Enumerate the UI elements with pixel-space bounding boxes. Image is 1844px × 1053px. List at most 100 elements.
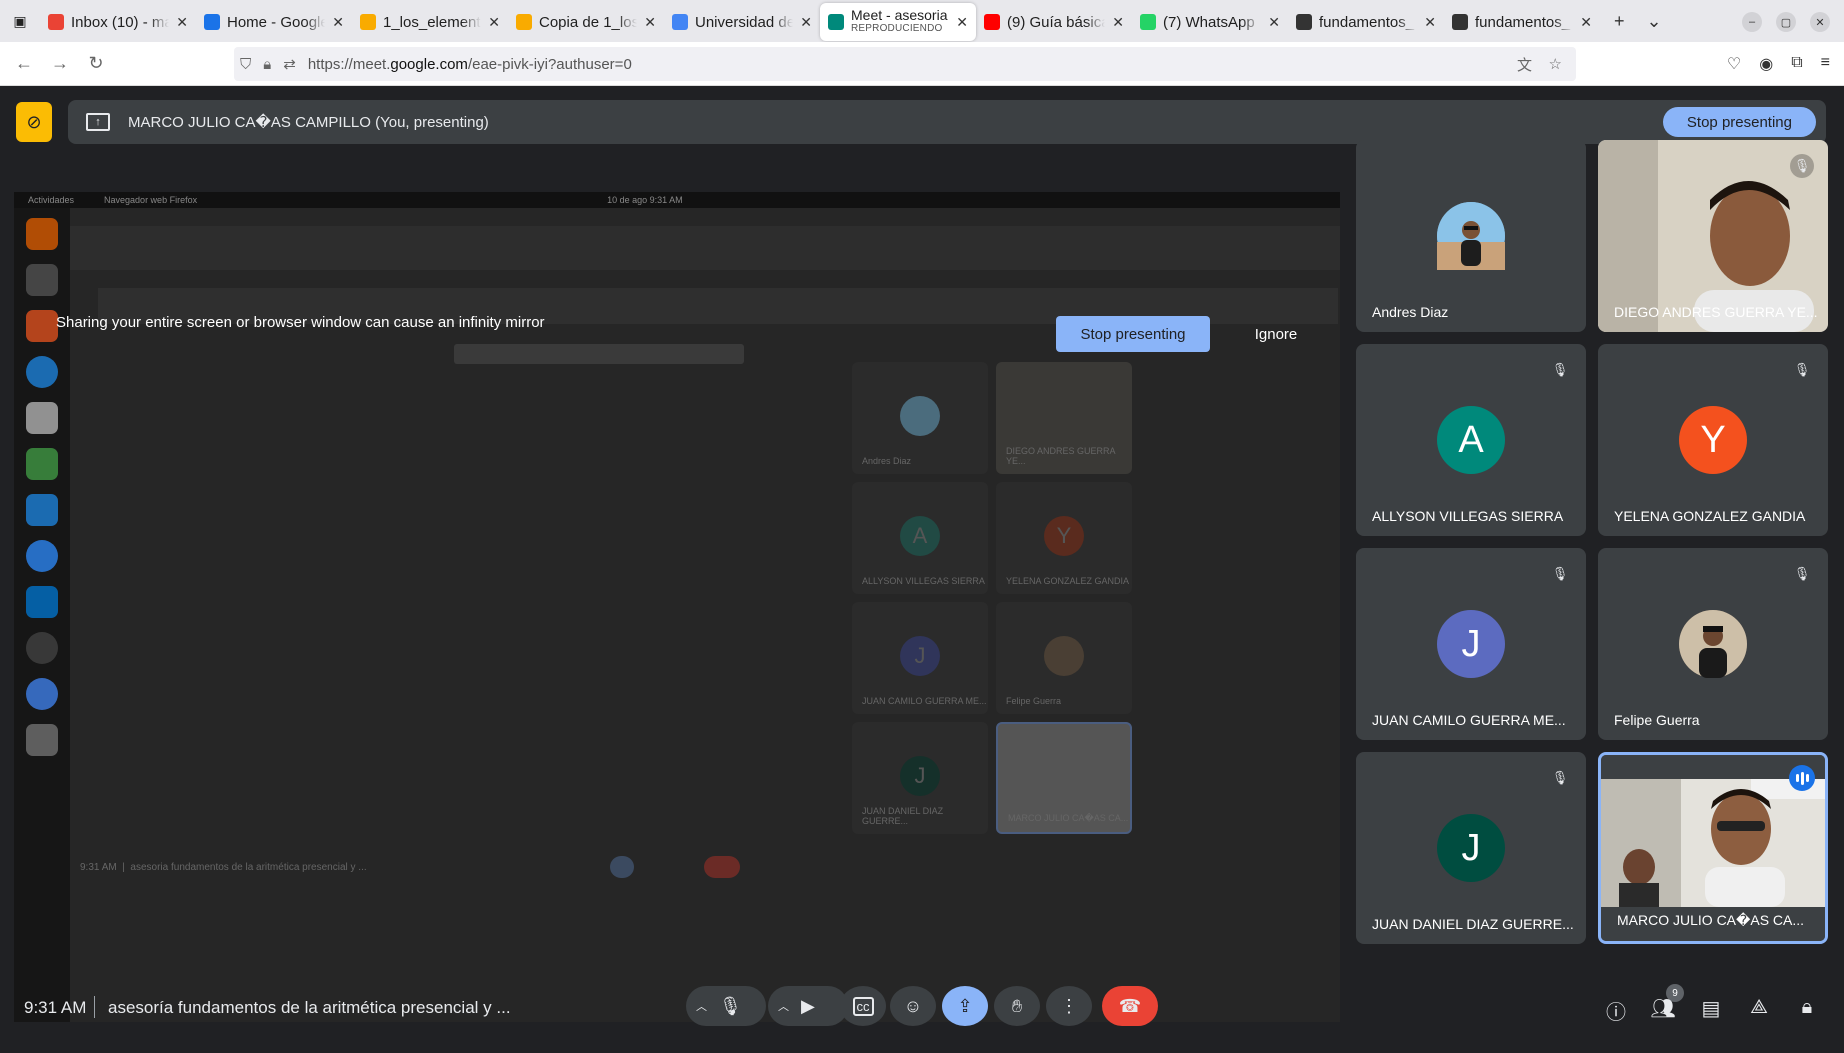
participant-name: Felipe Guerra	[1614, 712, 1700, 728]
browser-tab[interactable]: fundamentos_ ✕	[1444, 5, 1600, 39]
participant-initial-avatar: A	[1437, 406, 1505, 474]
microphone-control[interactable]: ︿ 🎙︎	[686, 986, 766, 1026]
close-window-icon[interactable]: ✕	[1810, 12, 1830, 32]
tab-title: Inbox (10) - ma	[71, 13, 170, 31]
browser-tab[interactable]: 1_los_element ✕	[352, 5, 508, 39]
participant-name: ALLYSON VILLEGAS SIERRA	[1372, 508, 1564, 524]
close-tab-icon[interactable]: ✕	[644, 14, 656, 31]
more-options-button[interactable]: ⋮	[1046, 986, 1092, 1026]
participant-tile[interactable]: 🎙︎ A ALLYSON VILLEGAS SIERRA	[1356, 344, 1586, 536]
browser-tab[interactable]: fundamentos_ ✕	[1288, 5, 1444, 39]
mini-browser	[70, 226, 1340, 270]
camera-options-chevron-icon[interactable]: ︿	[778, 998, 789, 1014]
close-tab-icon[interactable]: ✕	[1112, 14, 1124, 31]
chat-icon[interactable]: ▤	[1698, 996, 1724, 1021]
close-tab-icon[interactable]: ✕	[956, 14, 968, 31]
speaking-indicator-icon	[1789, 765, 1815, 791]
participant-tile[interactable]: 🎙︎ J JUAN CAMILO GUERRA ME...	[1356, 548, 1586, 740]
microphone-icon[interactable]: 🎙︎	[719, 996, 742, 1017]
camera-off-icon: ⊘	[16, 102, 52, 142]
reactions-button[interactable]: ☺	[890, 986, 936, 1026]
captions-button[interactable]: cc	[840, 986, 886, 1026]
browser-tab[interactable]: (7) WhatsApp ✕	[1132, 5, 1288, 39]
maximize-icon[interactable]: ▢	[1776, 12, 1796, 32]
participant-tile-self[interactable]: MARCO JULIO CA�AS CA...	[1598, 752, 1828, 944]
close-tab-icon[interactable]: ✕	[176, 14, 188, 31]
raise-hand-button[interactable]: ✋︎	[994, 986, 1040, 1026]
infinity-mirror-warning: Sharing your entire screen or browser wi…	[56, 314, 545, 331]
meeting-clock: 9:31 AM	[24, 998, 87, 1017]
close-tab-icon[interactable]: ✕	[1580, 14, 1592, 31]
menu-icon[interactable]: ≡	[1821, 54, 1830, 74]
mic-options-chevron-icon[interactable]: ︿	[696, 998, 707, 1014]
meeting-title: asesoría fundamentos de la aritmética pr…	[108, 998, 511, 1017]
minimize-icon[interactable]: –	[1742, 12, 1762, 32]
forward-icon[interactable]: →	[42, 53, 78, 74]
tab-list-icon[interactable]: ▣	[0, 0, 40, 42]
participant-tile[interactable]: 🎙︎ J JUAN DANIEL DIAZ GUERRE...	[1356, 752, 1586, 944]
warning-ignore-button[interactable]: Ignore	[1236, 316, 1316, 352]
host-controls-icon[interactable]: 🔒︎	[1794, 996, 1820, 1019]
mini-topbar: Actividades Navegador web Firefox 10 de …	[14, 192, 1340, 208]
url-text[interactable]: https://meet.google.com/eae-pivk-iyi?aut…	[308, 56, 632, 73]
close-tab-icon[interactable]: ✕	[1268, 14, 1280, 31]
tab-title: Copia de 1_los	[539, 13, 638, 31]
translate-icon[interactable]: 文	[1517, 54, 1532, 75]
people-icon[interactable]: 👥︎	[1650, 996, 1676, 1021]
back-icon[interactable]: ←	[6, 53, 42, 74]
gmail-icon	[48, 14, 64, 30]
browser-tab[interactable]: (9) Guía básica ✕	[976, 5, 1132, 39]
lock-icon[interactable]: 🔒︎	[263, 56, 271, 73]
camera-control[interactable]: ︿ ▶	[768, 986, 848, 1026]
browser-tab[interactable]: Inbox (10) - ma ✕	[40, 5, 196, 39]
leave-call-button[interactable]: ☎	[1102, 986, 1158, 1026]
participant-tile[interactable]: 🎙︎ Felipe Guerra	[1598, 548, 1828, 740]
participant-name: JUAN CAMILO GUERRA ME...	[1372, 712, 1566, 728]
url-bar[interactable]: ⛉ 🔒︎ ⇄ https://meet.google.com/eae-pivk-…	[234, 47, 1576, 81]
muted-mic-icon: 🎙︎	[1551, 770, 1569, 785]
bottom-control-bar: 9:31 AM asesoría fundamentos de la aritm…	[0, 960, 1844, 1053]
account-icon[interactable]: ◉	[1759, 54, 1773, 74]
github-icon	[1296, 14, 1312, 30]
bookmark-star-icon[interactable]: ☆	[1549, 55, 1562, 73]
browser-tab[interactable]: Meet - asesoria REPRODUCIENDO ✕	[820, 3, 976, 41]
close-tab-icon[interactable]: ✕	[1424, 14, 1436, 31]
permissions-icon[interactable]: ⇄	[283, 55, 296, 73]
extensions-icon[interactable]: ⧉	[1791, 54, 1802, 74]
close-tab-icon[interactable]: ✕	[800, 14, 812, 31]
browser-tab[interactable]: Universidad de ✕	[664, 5, 820, 39]
tab-overflow-chevron-icon[interactable]: ⌄	[1647, 11, 1662, 32]
stop-presenting-button[interactable]: Stop presenting	[1662, 107, 1816, 137]
whatsapp-icon	[1140, 14, 1156, 30]
presenting-bar: ↑ MARCO JULIO CA�AS CAMPILLO (You, prese…	[68, 100, 1826, 144]
muted-mic-icon: 🎙︎	[1793, 566, 1811, 581]
camera-icon[interactable]: ▶	[801, 996, 815, 1017]
participant-initial-avatar: Y	[1679, 406, 1747, 474]
tab-title: fundamentos_	[1319, 13, 1415, 31]
hang-up-icon: ☎	[1118, 995, 1142, 1016]
google-meet-icon	[828, 14, 844, 30]
participant-photo-avatar	[1437, 202, 1505, 270]
participant-tile[interactable]: 🎙︎ Y YELENA GONZALEZ GANDIA	[1598, 344, 1828, 536]
more-vert-icon: ⋮	[1060, 995, 1078, 1016]
github-icon	[1452, 14, 1468, 30]
tab-title: Home - Google	[227, 13, 326, 31]
meet-app: ⊘ ↑ MARCO JULIO CA�AS CAMPILLO (You, pre…	[0, 86, 1844, 1053]
browser-tab[interactable]: Home - Google ✕	[196, 5, 352, 39]
reload-icon[interactable]: ↻	[78, 53, 114, 74]
meeting-details-icon[interactable]: ⓘ	[1603, 996, 1629, 1025]
close-tab-icon[interactable]: ✕	[488, 14, 500, 31]
activities-icon[interactable]: ⟁	[1746, 996, 1772, 1019]
tab-title: (7) WhatsApp	[1163, 13, 1255, 31]
captions-icon: cc	[852, 996, 874, 1016]
participant-tile[interactable]: 🎙︎ DIEGO ANDRES GUERRA YE...	[1598, 140, 1828, 332]
new-tab-icon[interactable]: +	[1614, 11, 1625, 32]
warning-stop-presenting-button[interactable]: Stop presenting	[1056, 316, 1210, 352]
shield-icon[interactable]: ⛉	[240, 56, 251, 73]
pocket-icon[interactable]: ♡	[1727, 54, 1741, 74]
close-tab-icon[interactable]: ✕	[332, 14, 344, 31]
browser-tab[interactable]: Copia de 1_los ✕	[508, 5, 664, 39]
present-now-button[interactable]: ⇪	[942, 986, 988, 1026]
google-drive-icon	[204, 14, 220, 30]
participant-tile[interactable]: Andres Diaz	[1356, 140, 1586, 332]
